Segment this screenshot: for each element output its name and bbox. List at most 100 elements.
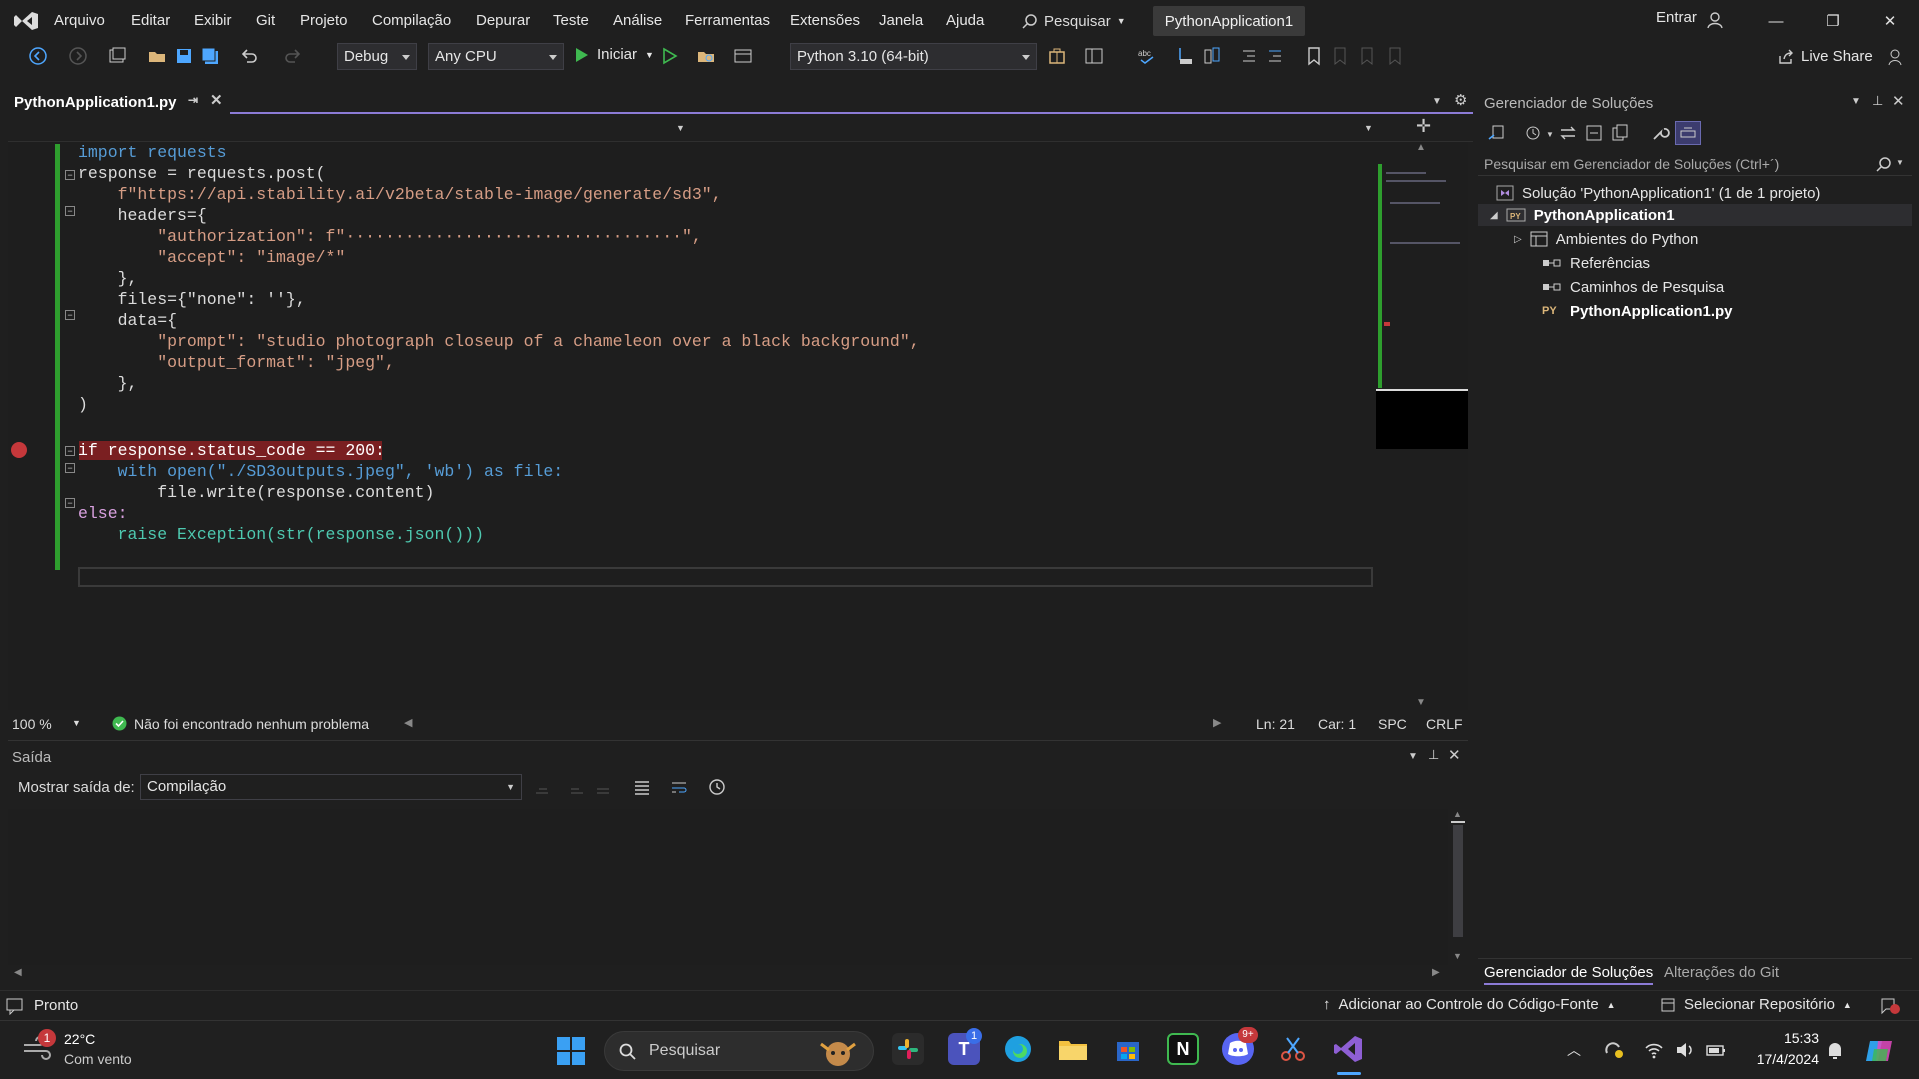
uncomment-lines-icon[interactable]: [1265, 46, 1285, 66]
menu-teste[interactable]: Teste: [553, 12, 589, 29]
comment-lines-icon[interactable]: [1239, 46, 1259, 66]
feedback-icon[interactable]: [1888, 48, 1906, 66]
spell-check-icon[interactable]: abc: [1137, 46, 1157, 66]
pending-changes-icon[interactable]: [1524, 123, 1544, 143]
member-dropdown[interactable]: ▼: [696, 118, 1380, 140]
close-tab-icon[interactable]: ✕: [210, 91, 223, 109]
scroll-down-icon[interactable]: ▼: [1416, 697, 1426, 708]
document-tab[interactable]: PythonApplication1.py ⇥ ✕: [8, 90, 230, 114]
zoom-level[interactable]: 100 %: [12, 716, 52, 732]
visual-studio-logo-icon[interactable]: [14, 10, 38, 32]
step-over-icon[interactable]: [1202, 46, 1222, 66]
timestamp-icon[interactable]: [708, 778, 726, 796]
taskbar-search-box[interactable]: Pesquisar: [604, 1031, 874, 1071]
code-editor[interactable]: − − − − − − import requests response = r…: [8, 142, 1376, 710]
tree-item-references[interactable]: Referências: [1542, 252, 1650, 274]
clear-bookmarks-icon[interactable]: [1385, 46, 1405, 66]
output-vertical-scrollbar[interactable]: ▲ ▼: [1450, 809, 1466, 965]
tab-solution-explorer[interactable]: Gerenciador de Soluções: [1484, 964, 1654, 985]
weather-temperature[interactable]: 22°C: [64, 1031, 95, 1047]
windows-start-icon[interactable]: [556, 1036, 586, 1066]
find-message-icon[interactable]: [594, 778, 612, 796]
undo-icon[interactable]: [239, 46, 259, 66]
navigate-back-icon[interactable]: [28, 46, 48, 66]
preview-selected-items-button[interactable]: [1675, 121, 1701, 145]
vpn-warning-icon[interactable]: [1604, 1041, 1624, 1059]
redo-icon[interactable]: [283, 46, 303, 66]
minimize-button[interactable]: —: [1761, 10, 1791, 32]
switch-views-icon[interactable]: [1486, 123, 1506, 143]
menu-exibir[interactable]: Exibir: [194, 12, 232, 29]
tree-item-python-file[interactable]: PY PythonApplication1.py: [1542, 300, 1733, 322]
scroll-left-icon[interactable]: ◀: [404, 716, 412, 729]
search-icon[interactable]: [1876, 156, 1892, 172]
taskbar-app-snipping-tool[interactable]: [1277, 1033, 1309, 1065]
expanded-arrow-icon[interactable]: ◢: [1490, 210, 1498, 221]
menu-extensoes[interactable]: Extensões: [790, 12, 860, 29]
properties-wrench-icon[interactable]: [1650, 123, 1670, 143]
sign-in-link[interactable]: Entrar: [1656, 9, 1697, 26]
panel-menu-icon[interactable]: ▼: [1408, 751, 1418, 762]
clear-all-icon[interactable]: [633, 778, 651, 796]
taskbar-app-store[interactable]: [1112, 1033, 1144, 1065]
notifications-button[interactable]: [1880, 997, 1900, 1015]
output-text-area[interactable]: [8, 809, 1448, 965]
next-bookmark-icon[interactable]: [1357, 46, 1377, 66]
new-project-icon[interactable]: [107, 46, 127, 66]
clock-date[interactable]: 17/4/2024: [1745, 1051, 1819, 1067]
layout-icon[interactable]: [1084, 46, 1104, 66]
chevron-down-icon[interactable]: ▼: [1546, 130, 1554, 139]
menu-ajuda[interactable]: Ajuda: [946, 12, 984, 29]
close-panel-icon[interactable]: ✕: [1448, 746, 1461, 764]
previous-bookmark-icon[interactable]: [1330, 46, 1350, 66]
account-icon[interactable]: [1707, 11, 1725, 29]
volume-icon[interactable]: [1675, 1041, 1695, 1059]
whitespace-mode[interactable]: SPC: [1378, 716, 1407, 732]
show-all-files-icon[interactable]: [1610, 123, 1630, 143]
menu-git[interactable]: Git: [256, 12, 275, 29]
split-window-icon[interactable]: ✛: [1416, 116, 1431, 137]
collapse-icon[interactable]: −: [65, 310, 75, 320]
weather-condition[interactable]: Com vento: [64, 1051, 132, 1067]
solution-search-box[interactable]: Pesquisar em Gerenciador de Soluções (Ct…: [1478, 152, 1912, 176]
scroll-right-icon[interactable]: ▶: [1432, 967, 1440, 978]
pin-icon[interactable]: ⊥: [1872, 93, 1883, 109]
menu-depurar[interactable]: Depurar: [476, 12, 530, 29]
minimap-viewport[interactable]: [1376, 391, 1468, 449]
tree-item-project[interactable]: ◢ PY PythonApplication1: [1490, 204, 1675, 226]
search-button[interactable]: Pesquisar ▼: [1022, 10, 1126, 32]
scroll-up-icon[interactable]: ▲: [1416, 142, 1426, 153]
panel-menu-icon[interactable]: ▼: [1851, 96, 1861, 107]
taskbar-app-edge[interactable]: [1002, 1033, 1034, 1065]
show-hidden-icons-icon[interactable]: ︿: [1567, 1040, 1581, 1060]
start-debugging-button[interactable]: Iniciar ▼: [575, 46, 654, 63]
editor-minimap[interactable]: ▲ ▼: [1376, 142, 1468, 710]
go-to-next-message-icon[interactable]: [568, 778, 586, 796]
menu-arquivo[interactable]: Arquivo: [54, 12, 105, 29]
python-environment-select[interactable]: Python 3.10 (64-bit): [790, 43, 1037, 70]
window-layout-icon[interactable]: [733, 46, 753, 66]
settings-icon[interactable]: ⚙: [1454, 91, 1467, 109]
chevron-down-icon[interactable]: ▼: [72, 718, 81, 728]
clock-time[interactable]: 15:33: [1765, 1030, 1819, 1046]
close-panel-icon[interactable]: ✕: [1892, 92, 1905, 110]
wifi-icon[interactable]: [1644, 1041, 1664, 1059]
line-number[interactable]: Ln: 21: [1256, 716, 1295, 732]
select-repository-button[interactable]: Selecionar Repositório ▲: [1660, 996, 1852, 1013]
line-ending[interactable]: CRLF: [1426, 716, 1463, 732]
pin-icon[interactable]: ⇥: [188, 93, 198, 107]
open-folder-icon[interactable]: [147, 46, 167, 66]
scope-dropdown[interactable]: ▼: [8, 118, 692, 140]
tree-item-search-paths[interactable]: Caminhos de Pesquisa: [1542, 276, 1724, 298]
restore-button[interactable]: ❐: [1818, 10, 1848, 32]
tab-git-changes[interactable]: Alterações do Git: [1664, 964, 1779, 981]
menu-analise[interactable]: Análise: [613, 12, 662, 29]
save-all-icon[interactable]: [200, 46, 220, 66]
go-to-previous-message-icon[interactable]: [533, 778, 551, 796]
menu-editar[interactable]: Editar: [131, 12, 170, 29]
copilot-icon[interactable]: [1864, 1035, 1896, 1067]
battery-icon[interactable]: [1705, 1041, 1727, 1059]
collapse-icon[interactable]: −: [65, 170, 75, 180]
breakpoint-icon[interactable]: [11, 442, 27, 458]
collapse-icon[interactable]: −: [65, 498, 75, 508]
